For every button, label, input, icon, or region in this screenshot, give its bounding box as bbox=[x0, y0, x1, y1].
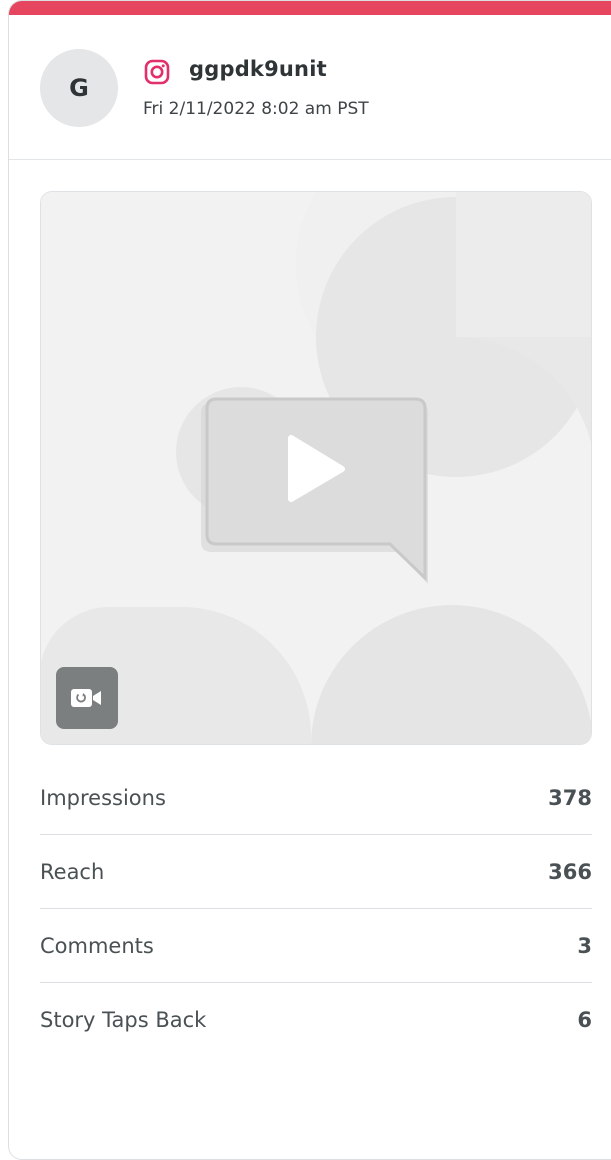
metrics-list: Impressions 378 Reach 366 Comments 3 Sto… bbox=[40, 761, 592, 1057]
post-card[interactable]: G ggpdk9unit Fri 2/11/2022 8:02 am PST I… bbox=[8, 0, 611, 1160]
post-timestamp: Fri 2/11/2022 8:02 am PST bbox=[143, 99, 369, 119]
metric-label: Story Taps Back bbox=[40, 1008, 207, 1032]
account-username[interactable]: ggpdk9unit bbox=[189, 57, 327, 81]
avatar: G bbox=[40, 49, 118, 127]
metric-reach: Reach 366 bbox=[40, 835, 592, 909]
story-video-icon bbox=[56, 667, 118, 729]
instagram-icon bbox=[144, 59, 170, 85]
metric-value: 3 bbox=[577, 933, 592, 958]
accent-bar bbox=[9, 1, 611, 15]
metric-impressions: Impressions 378 bbox=[40, 761, 592, 835]
metric-value: 366 bbox=[548, 859, 592, 884]
metric-story-taps-back: Story Taps Back 6 bbox=[40, 983, 592, 1057]
metric-label: Reach bbox=[40, 859, 105, 884]
metric-value: 378 bbox=[548, 785, 592, 810]
media-placeholder bbox=[41, 192, 591, 744]
metric-label: Impressions bbox=[40, 785, 166, 810]
metric-value: 6 bbox=[577, 1008, 592, 1032]
post-header: G ggpdk9unit Fri 2/11/2022 8:02 am PST bbox=[9, 15, 611, 160]
media-preview[interactable] bbox=[40, 191, 592, 745]
metric-comments: Comments 3 bbox=[40, 909, 592, 983]
metric-label: Comments bbox=[40, 933, 154, 958]
